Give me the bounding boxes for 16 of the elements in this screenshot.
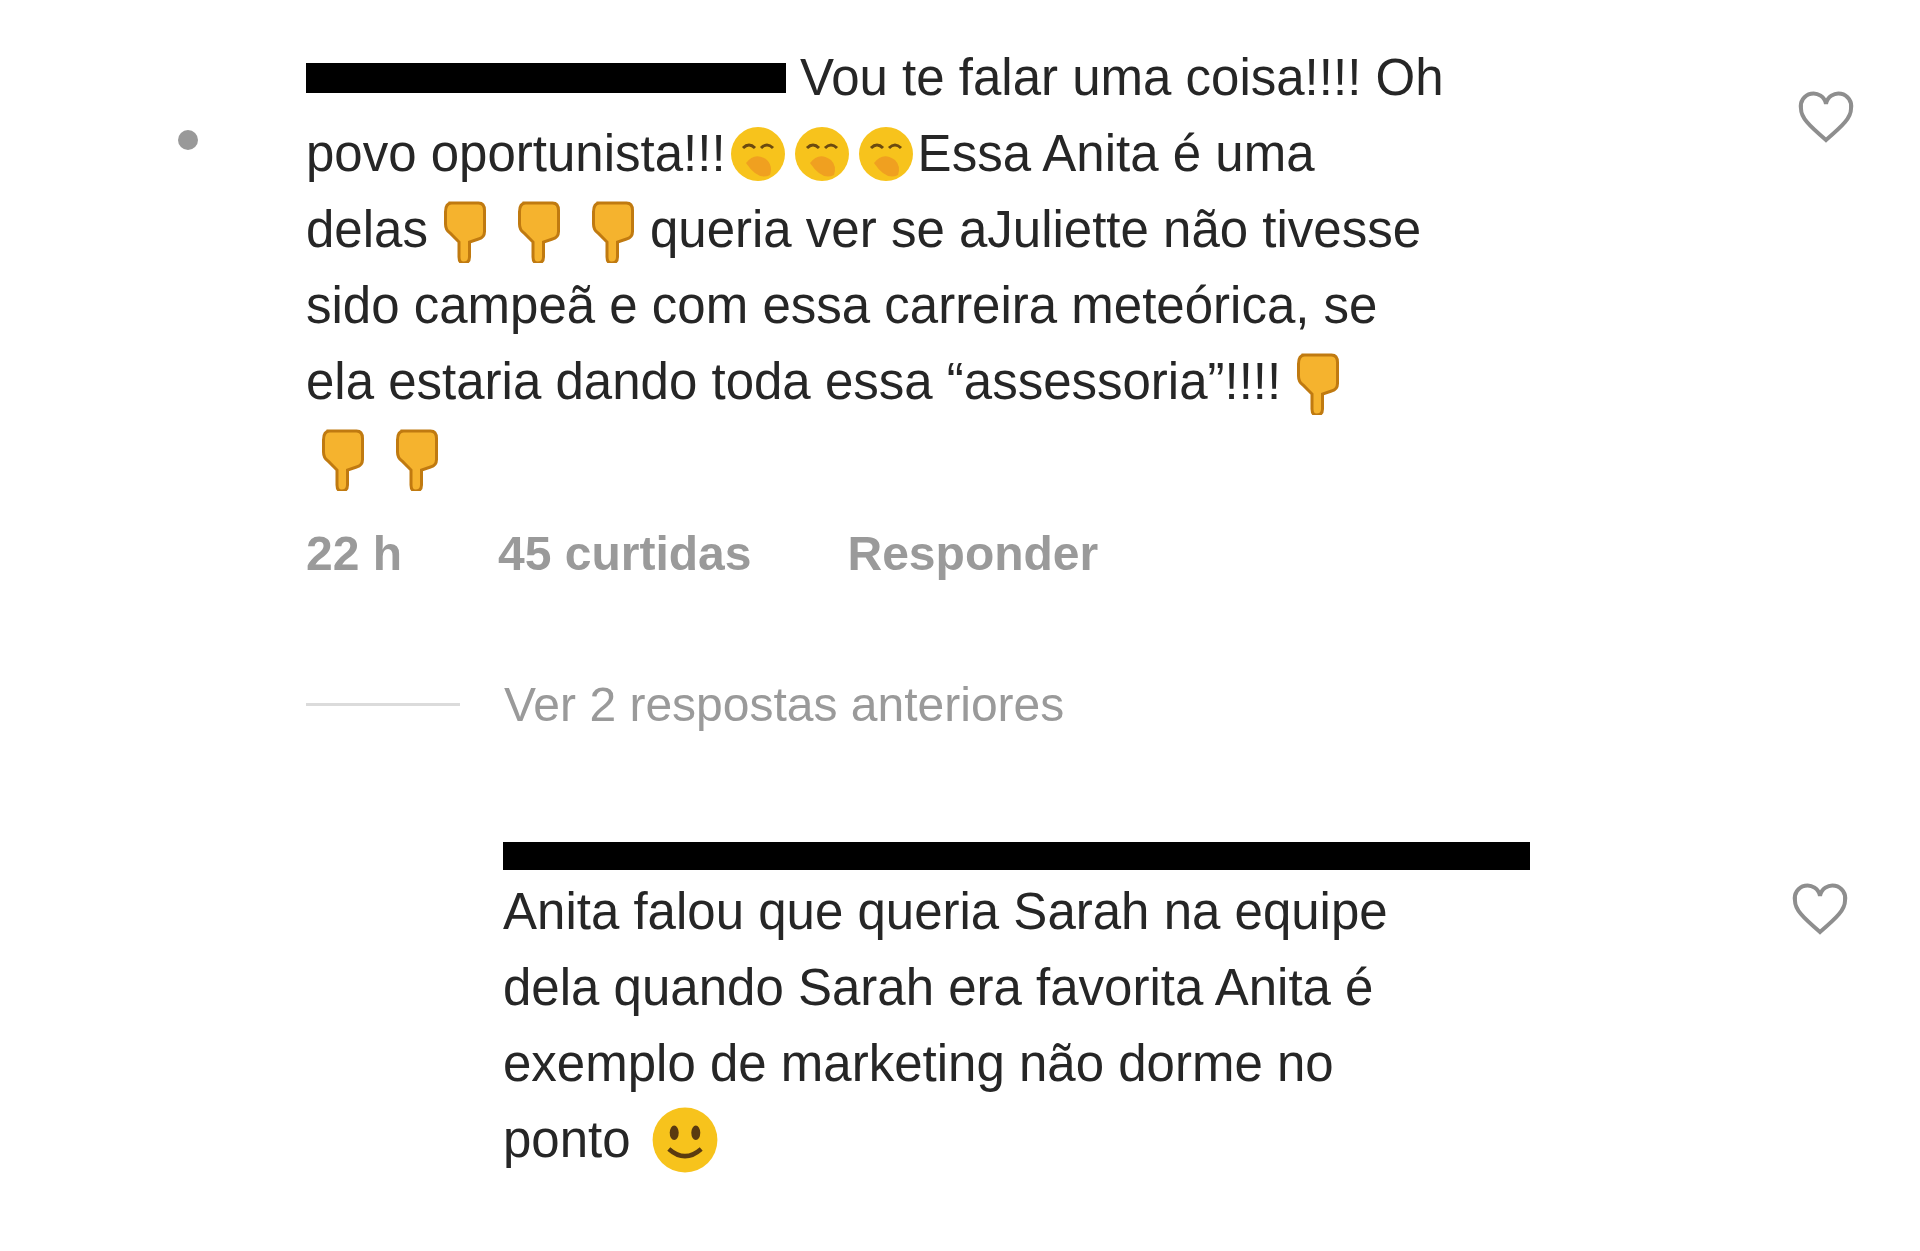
comment-text: Vou te falar uma coisa!!!! Oh (800, 48, 1444, 108)
comment-text: povo oportunista!!! (306, 124, 726, 184)
view-replies-link[interactable]: Ver 2 respostas anteriores (504, 677, 1065, 732)
comment-text: Essa Anita é uma (917, 124, 1315, 184)
comment-text: sido campeã e com essa carreira meteórica, se (306, 276, 1378, 336)
comment-text: delas (306, 200, 428, 260)
avatar[interactable] (178, 130, 198, 150)
reply-text: exemplo de marketing não dorme no (503, 1034, 1334, 1094)
likes-link[interactable]: 45 curtidas (498, 526, 752, 581)
comment-text: queria ver se aJuliette não tivesse (649, 200, 1422, 260)
comment-text: ela estaria dando toda essa “assessoria”!!!! (306, 352, 1282, 412)
reply-text: ponto (503, 1110, 631, 1170)
comment-time: 22 h (306, 526, 403, 581)
reply-text: Anita falou que queria Sarah na equipe (503, 882, 1388, 942)
reply-text: dela quando Sarah era favorita Anita é (503, 958, 1374, 1018)
reply-button[interactable]: Responder (847, 526, 1099, 581)
